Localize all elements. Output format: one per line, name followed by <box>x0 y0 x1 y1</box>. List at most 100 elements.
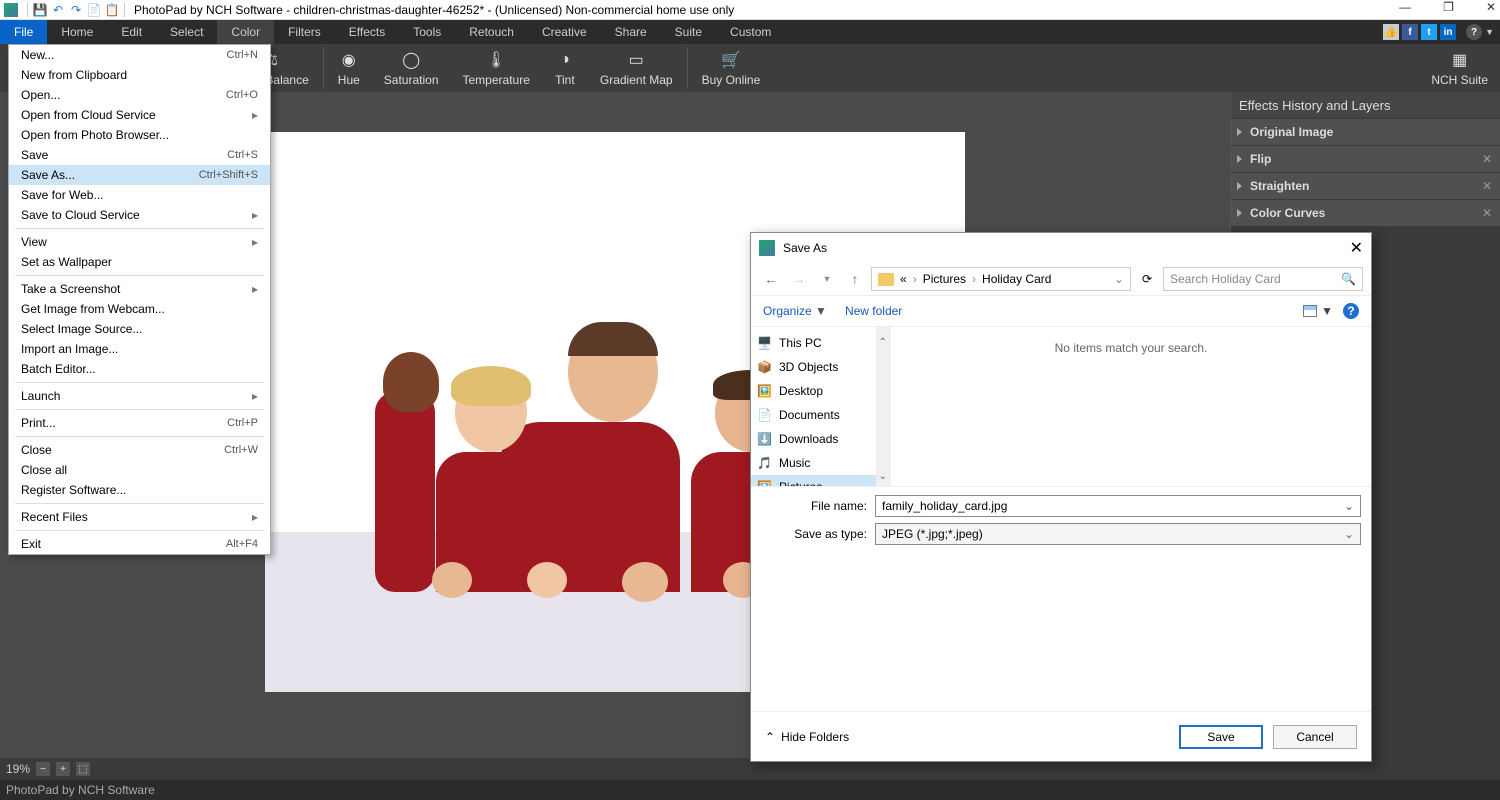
menu-custom[interactable]: Custom <box>716 20 785 44</box>
redo-icon[interactable]: ↷ <box>68 2 84 18</box>
ribbon-gradient-map[interactable]: ▭Gradient Map <box>588 44 685 92</box>
tree-desktop[interactable]: 🖼️Desktop <box>751 379 890 403</box>
filemenu-print[interactable]: Print...Ctrl+P <box>9 413 270 433</box>
app-icon <box>4 3 18 17</box>
filemenu-open[interactable]: Open...Ctrl+O <box>9 85 270 105</box>
filemenu-open-from-cloud-service[interactable]: Open from Cloud Service▸ <box>9 105 270 125</box>
undo-icon[interactable]: ↶ <box>50 2 66 18</box>
ribbon-saturation[interactable]: ◯Saturation <box>372 44 451 92</box>
layer-item[interactable]: Flip✕ <box>1231 146 1500 172</box>
help-button[interactable]: ? <box>1343 303 1359 319</box>
filemenu-exit[interactable]: ExitAlt+F4 <box>9 534 270 554</box>
ribbon-tint[interactable]: ◑Tint <box>542 44 588 92</box>
zoom-out-button[interactable]: − <box>36 762 50 776</box>
filemenu-save-for-web[interactable]: Save for Web... <box>9 185 270 205</box>
tree-downloads[interactable]: ⬇️Downloads <box>751 427 890 451</box>
filemenu-close[interactable]: CloseCtrl+W <box>9 440 270 460</box>
menu-retouch[interactable]: Retouch <box>455 20 528 44</box>
menu-select[interactable]: Select <box>156 20 217 44</box>
menu-color[interactable]: Color <box>217 20 274 44</box>
menu-file[interactable]: File <box>0 20 47 44</box>
facebook-icon[interactable]: f <box>1402 24 1418 40</box>
pc-icon: 🖥️ <box>757 336 773 350</box>
new-folder-button[interactable]: New folder <box>845 304 902 318</box>
ribbon-buy-online[interactable]: 🛒Buy Online <box>690 44 773 92</box>
filemenu-import-an-image[interactable]: Import an Image... <box>9 339 270 359</box>
tree-music[interactable]: 🎵Music <box>751 451 890 475</box>
filemenu-view[interactable]: View▸ <box>9 232 270 252</box>
tree-scrollbar[interactable]: ⌃⌄ <box>876 327 890 486</box>
tree-3d[interactable]: 📦3D Objects <box>751 355 890 379</box>
linkedin-icon[interactable]: in <box>1440 24 1456 40</box>
filetype-select[interactable]: JPEG (*.jpg;*.jpeg)⌄ <box>875 523 1361 545</box>
zoom-fit-button[interactable]: ⬚ <box>76 762 90 776</box>
refresh-button[interactable]: ⟳ <box>1135 272 1159 286</box>
menu-effects[interactable]: Effects <box>335 20 399 44</box>
quick-save-icon[interactable]: 💾 <box>32 2 48 18</box>
menubar: FileHomeEditSelectColorFiltersEffectsToo… <box>0 20 1500 44</box>
ribbon-hue[interactable]: ◉Hue <box>326 44 372 92</box>
layer-remove-icon[interactable]: ✕ <box>1482 206 1492 220</box>
layer-remove-icon[interactable]: ✕ <box>1482 152 1492 166</box>
menu-creative[interactable]: Creative <box>528 20 601 44</box>
filemenu-take-a-screenshot[interactable]: Take a Screenshot▸ <box>9 279 270 299</box>
crumb-pictures[interactable]: Pictures <box>921 272 968 286</box>
breadcrumb-caret-icon[interactable]: ⌄ <box>1114 272 1124 286</box>
filemenu-select-image-source[interactable]: Select Image Source... <box>9 319 270 339</box>
menu-tools[interactable]: Tools <box>399 20 455 44</box>
filemenu-open-from-photo-browser[interactable]: Open from Photo Browser... <box>9 125 270 145</box>
filemenu-save-as[interactable]: Save As...Ctrl+Shift+S <box>9 165 270 185</box>
filemenu-recent-files[interactable]: Recent Files▸ <box>9 507 270 527</box>
filemenu-get-image-from-webcam[interactable]: Get Image from Webcam... <box>9 299 270 319</box>
nav-up-button[interactable]: ↑ <box>843 271 867 287</box>
filemenu-new-from-clipboard[interactable]: New from Clipboard <box>9 65 270 85</box>
filemenu-save-to-cloud-service[interactable]: Save to Cloud Service▸ <box>9 205 270 225</box>
tree-documents[interactable]: 📄Documents <box>751 403 890 427</box>
ribbon-temperature[interactable]: 🌡Temperature <box>451 44 542 92</box>
menu-edit[interactable]: Edit <box>107 20 156 44</box>
save-button[interactable]: Save <box>1179 725 1263 749</box>
hide-folders-button[interactable]: ⌃ Hide Folders <box>765 730 849 744</box>
menu-share[interactable]: Share <box>601 20 661 44</box>
view-mode-button[interactable]: ▼ <box>1303 304 1333 318</box>
nav-fwd-button[interactable]: → <box>787 271 811 287</box>
tree-pictures[interactable]: 🖼️Pictures <box>751 475 890 486</box>
cancel-button[interactable]: Cancel <box>1273 725 1357 749</box>
3d-icon: 📦 <box>757 360 773 374</box>
layer-remove-icon[interactable]: ✕ <box>1482 179 1492 193</box>
nch-suite-button[interactable]: ▦NCH Suite <box>1419 44 1500 92</box>
close-button[interactable]: ✕ <box>1486 0 1496 14</box>
copy-icon[interactable]: 📄 <box>86 2 102 18</box>
crumb-root[interactable]: « <box>898 272 909 286</box>
filemenu-launch[interactable]: Launch▸ <box>9 386 270 406</box>
menu-filters[interactable]: Filters <box>274 20 335 44</box>
zoom-in-button[interactable]: + <box>56 762 70 776</box>
filemenu-close-all[interactable]: Close all <box>9 460 270 480</box>
filemenu-new[interactable]: New...Ctrl+N <box>9 45 270 65</box>
titlebar: 💾 ↶ ↷ 📄 📋 PhotoPad by NCH Software - chi… <box>0 0 1500 20</box>
search-field[interactable]: Search Holiday Card 🔍 <box>1163 267 1363 291</box>
menu-home[interactable]: Home <box>47 20 107 44</box>
filemenu-set-as-wallpaper[interactable]: Set as Wallpaper <box>9 252 270 272</box>
filemenu-register-software[interactable]: Register Software... <box>9 480 270 500</box>
nav-back-button[interactable]: ← <box>759 271 783 287</box>
dialog-close-button[interactable]: ✕ <box>1350 238 1363 258</box>
filemenu-batch-editor[interactable]: Batch Editor... <box>9 359 270 379</box>
paste-icon[interactable]: 📋 <box>104 2 120 18</box>
maximize-button[interactable]: ❐ <box>1443 0 1454 14</box>
like-icon[interactable]: 👍 <box>1383 24 1399 40</box>
help-icon[interactable]: ? <box>1466 24 1482 40</box>
organize-menu[interactable]: Organize ▼ <box>763 304 827 318</box>
filename-input[interactable]: family_holiday_card.jpg⌄ <box>875 495 1361 517</box>
twitter-icon[interactable]: t <box>1421 24 1437 40</box>
layer-item[interactable]: Original Image <box>1231 119 1500 145</box>
tree-this[interactable]: 🖥️This PC <box>751 331 890 355</box>
menu-suite[interactable]: Suite <box>661 20 716 44</box>
nav-dropdown-button[interactable]: ▾ <box>815 274 839 285</box>
crumb-holiday[interactable]: Holiday Card <box>980 272 1053 286</box>
breadcrumb[interactable]: « › Pictures › Holiday Card ⌄ <box>871 267 1131 291</box>
layer-item[interactable]: Straighten✕ <box>1231 173 1500 199</box>
minimize-button[interactable]: — <box>1399 0 1411 14</box>
filemenu-save[interactable]: SaveCtrl+S <box>9 145 270 165</box>
layer-item[interactable]: Color Curves✕ <box>1231 200 1500 226</box>
